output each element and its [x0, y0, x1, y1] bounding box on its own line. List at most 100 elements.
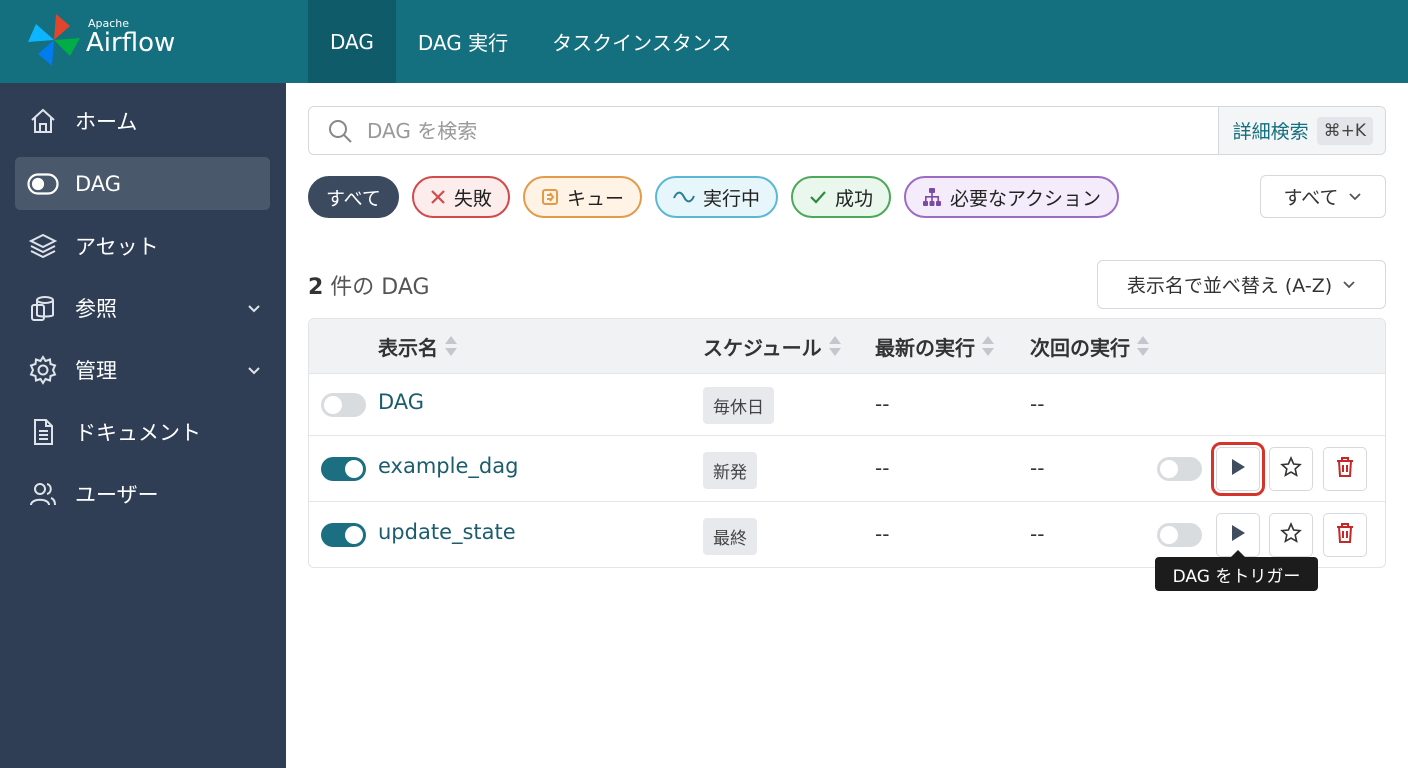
filter-label: 必要なアクション	[949, 187, 1102, 210]
chevron-down-icon	[246, 297, 262, 321]
sort-value: 表示名で並べ替え (A-Z)	[1126, 275, 1333, 297]
sidebar-item-assets[interactable]: アセット	[15, 219, 270, 272]
sidebar-item-browse[interactable]: 参照	[15, 281, 270, 334]
trigger-tooltip: DAG をトリガー	[1155, 550, 1318, 591]
sort-select[interactable]: 表示名で並べ替え (A-Z)	[1097, 260, 1386, 309]
select-value: すべて	[1283, 187, 1339, 209]
last-run-value: --	[875, 456, 890, 480]
row-toggle[interactable]	[1157, 457, 1202, 481]
filter-running[interactable]: 実行中	[654, 176, 778, 218]
gear-icon	[27, 354, 59, 386]
main-content: 詳細検索 ⌘+K すべて 失敗 キュー 実行中 成功 必要なアクション すべて	[286, 83, 1408, 768]
delete-button[interactable]	[1323, 447, 1367, 491]
dag-filter-select[interactable]: すべて	[1260, 175, 1386, 218]
table-header: 表示名 スケジュール 最新の実行 次回の実行	[309, 319, 1385, 373]
sidebar-item-label: 参照	[75, 296, 117, 321]
sidebar-item-label: ホーム	[75, 109, 138, 134]
column-label: スケジュール	[703, 335, 822, 360]
search-icon	[327, 118, 353, 144]
column-label: 最新の実行	[875, 335, 975, 360]
play-icon	[1230, 458, 1246, 480]
row-toggle[interactable]	[1157, 523, 1202, 547]
chevron-down-icon	[1342, 274, 1356, 296]
table-row: example_dag 新発 -- --	[309, 435, 1385, 501]
sidebar-item-label: アセット	[75, 234, 159, 259]
last-run-value: --	[875, 392, 890, 416]
sidebar-item-docs[interactable]: ドキュメント	[15, 405, 270, 458]
filter-needs-action[interactable]: 必要なアクション	[903, 176, 1120, 218]
filter-queued[interactable]: キュー	[522, 176, 642, 218]
brand-large: Airflow	[86, 28, 176, 58]
advanced-search-button[interactable]: 詳細検索 ⌘+K	[1217, 107, 1385, 154]
sort-icon	[1136, 335, 1150, 357]
wave-icon	[673, 190, 695, 204]
column-label: 表示名	[378, 335, 438, 360]
trash-icon	[1335, 456, 1355, 482]
document-icon	[27, 416, 59, 448]
next-run-value: --	[1030, 456, 1045, 480]
play-icon	[1230, 524, 1246, 546]
dag-pause-toggle[interactable]	[321, 393, 366, 417]
filter-label: キュー	[566, 187, 624, 210]
sidebar-item-label: ドキュメント	[75, 420, 201, 445]
sidebar-item-label: ユーザー	[75, 482, 159, 507]
filter-success[interactable]: 成功	[790, 176, 891, 218]
filter-label: 実行中	[702, 187, 760, 210]
tab-dag-runs[interactable]: DAG 実行	[396, 0, 530, 83]
tab-dag[interactable]: DAG	[308, 0, 396, 83]
schedule-badge: 最終	[703, 518, 757, 555]
tab-task-instances[interactable]: タスクインスタンス	[530, 0, 753, 83]
filter-label: 成功	[834, 187, 873, 210]
sort-icon	[828, 335, 842, 357]
column-header-last-run[interactable]: 最新の実行	[875, 319, 995, 373]
filter-failed[interactable]: 失敗	[411, 176, 510, 218]
sidebar: ホーム DAG アセット 参照 管理 ドキュメント ユーザー	[0, 83, 286, 768]
next-run-value: --	[1030, 522, 1045, 546]
dag-toggle-icon	[27, 168, 59, 200]
queue-icon	[541, 188, 559, 206]
top-nav: DAG DAG 実行 タスクインスタンス	[308, 0, 753, 83]
dag-name-link[interactable]: example_dag	[378, 454, 518, 478]
delete-button[interactable]	[1323, 513, 1367, 557]
last-run-value: --	[875, 522, 890, 546]
dag-pause-toggle[interactable]	[321, 523, 366, 547]
dag-count-suffix: 件の DAG	[323, 275, 430, 300]
search-input[interactable]	[367, 118, 1218, 143]
dag-table: 表示名 スケジュール 最新の実行 次回の実行 DAG 毎休日 -- -- exa…	[308, 318, 1386, 568]
column-header-schedule[interactable]: スケジュール	[703, 319, 842, 373]
layers-icon	[27, 230, 59, 262]
dag-pause-toggle[interactable]	[321, 457, 366, 481]
advanced-search-label: 詳細検索	[1232, 121, 1309, 143]
trash-icon	[1335, 522, 1355, 548]
sidebar-item-admin[interactable]: 管理	[15, 343, 270, 396]
favorite-button[interactable]	[1269, 447, 1313, 491]
schedule-badge: 毎休日	[703, 387, 774, 424]
search-bar: 詳細検索 ⌘+K	[308, 106, 1386, 155]
sidebar-item-users[interactable]: ユーザー	[15, 467, 270, 520]
dag-count: 2 件の DAG	[308, 269, 430, 301]
airflow-logo[interactable]: Apache Airflow	[0, 0, 286, 83]
sidebar-item-dag[interactable]: DAG	[15, 157, 270, 210]
column-header-next-run[interactable]: 次回の実行	[1030, 319, 1150, 373]
filter-all[interactable]: すべて	[308, 176, 399, 218]
column-header-display-name[interactable]: 表示名	[378, 319, 458, 373]
filter-label: 失敗	[453, 187, 492, 210]
sidebar-item-label: DAG	[75, 171, 122, 196]
sort-icon	[444, 335, 458, 357]
favorite-button[interactable]	[1269, 513, 1313, 557]
users-icon	[27, 478, 59, 510]
star-icon	[1280, 455, 1302, 482]
sidebar-item-home[interactable]: ホーム	[15, 94, 270, 147]
pinwheel-logo-icon	[28, 14, 80, 66]
dag-count-number: 2	[308, 275, 324, 300]
home-icon	[27, 105, 59, 137]
chevron-down-icon	[1348, 186, 1362, 208]
trigger-dag-button[interactable]	[1211, 442, 1265, 496]
sidebar-item-label: 管理	[75, 358, 117, 383]
top-bar: Apache Airflow DAG DAG 実行 タスクインスタンス	[0, 0, 1408, 83]
dag-name-link[interactable]: update_state	[378, 520, 516, 544]
schedule-badge: 新発	[703, 452, 757, 489]
state-filters: すべて 失敗 キュー 実行中 成功 必要なアクション	[308, 176, 1120, 218]
table-row: DAG 毎休日 -- --	[309, 373, 1385, 435]
dag-name-link[interactable]: DAG	[378, 390, 424, 414]
